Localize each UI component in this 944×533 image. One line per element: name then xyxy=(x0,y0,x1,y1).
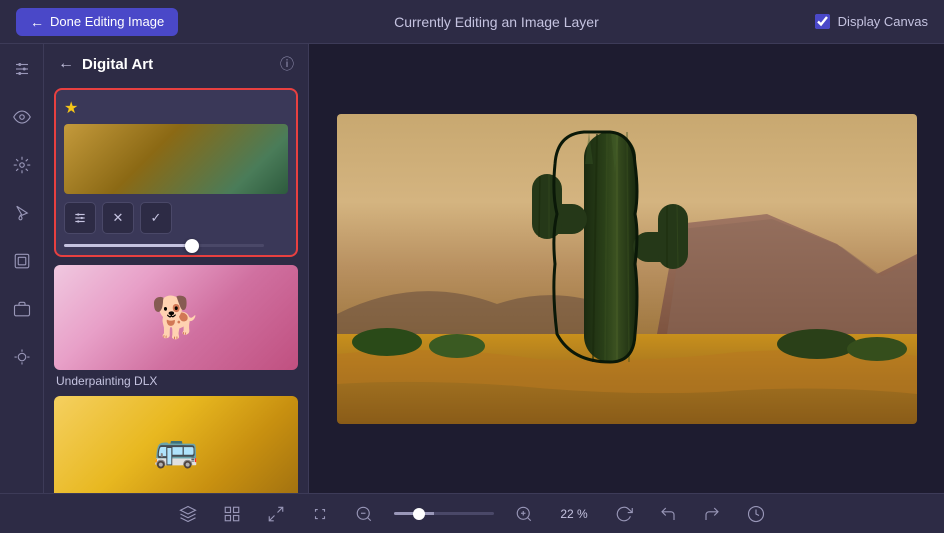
grid-button[interactable] xyxy=(218,500,246,528)
filter-slider-container xyxy=(64,244,288,247)
fit-screen-button[interactable] xyxy=(262,500,290,528)
left-icon-paint[interactable] xyxy=(7,198,37,228)
main-content: ← Digital Art ⓘ ★ ✕ ✓ xyxy=(0,44,944,493)
filter-intensity-slider[interactable] xyxy=(64,244,264,247)
filter-list: ★ ✕ ✓ Underpainting DLX xyxy=(44,84,308,493)
sidebar-info-button[interactable]: ⓘ xyxy=(280,54,294,74)
done-editing-button[interactable]: ← Done Editing Image xyxy=(16,8,178,36)
left-icon-frame[interactable] xyxy=(7,246,37,276)
canvas-area xyxy=(309,44,944,493)
left-icon-eye[interactable] xyxy=(7,102,37,132)
filter-controls: ✕ ✓ xyxy=(64,202,288,234)
filter-cancel-button[interactable]: ✕ xyxy=(102,202,134,234)
filter-item-underpainting-dlx[interactable]: Underpainting DLX xyxy=(54,265,298,388)
filter-settings-button[interactable] xyxy=(64,202,96,234)
sidebar-header: ← Digital Art ⓘ xyxy=(44,44,308,84)
bottom-toolbar: 22 % xyxy=(0,493,944,533)
zoom-out-button[interactable] xyxy=(350,500,378,528)
refresh-button[interactable] xyxy=(610,500,638,528)
favorite-star-icon: ★ xyxy=(64,98,288,118)
layers-button[interactable] xyxy=(174,500,202,528)
topbar: ← Done Editing Image Currently Editing a… xyxy=(0,0,944,44)
sidebar-back-button[interactable]: ← xyxy=(58,55,74,73)
display-canvas-toggle[interactable]: Display Canvas xyxy=(815,14,928,29)
redo-button[interactable] xyxy=(698,500,726,528)
filter-thumb-oil-painting-dlx xyxy=(54,396,298,493)
left-icon-effects[interactable] xyxy=(7,150,37,180)
display-canvas-checkbox[interactable] xyxy=(815,14,830,29)
crop-button[interactable] xyxy=(306,500,334,528)
left-icon-layers[interactable] xyxy=(7,294,37,324)
sidebar-header-left: ← Digital Art xyxy=(58,55,153,73)
filter-thumb-digital-art-active xyxy=(64,124,288,194)
history-button[interactable] xyxy=(742,500,770,528)
display-canvas-text: Display Canvas xyxy=(838,14,928,29)
done-editing-label: Done Editing Image xyxy=(50,14,164,29)
topbar-title: Currently Editing an Image Layer xyxy=(394,14,599,30)
zoom-percent-display: 22 % xyxy=(554,507,594,521)
back-arrow-icon: ← xyxy=(30,14,44,30)
undo-button[interactable] xyxy=(654,500,682,528)
left-icon-sliders[interactable] xyxy=(7,54,37,84)
filter-label-underpainting-dlx: Underpainting DLX xyxy=(54,374,298,388)
canvas-image xyxy=(337,114,917,424)
filter-confirm-button[interactable]: ✓ xyxy=(140,202,172,234)
left-icon-stamp[interactable] xyxy=(7,342,37,372)
filter-item-oil-painting-dlx[interactable]: Oil Painting DLX xyxy=(54,396,298,493)
left-icon-bar xyxy=(0,44,44,493)
filter-thumb-underpainting-dlx xyxy=(54,265,298,370)
sidebar-panel: ← Digital Art ⓘ ★ ✕ ✓ xyxy=(44,44,309,493)
zoom-slider[interactable] xyxy=(394,512,494,515)
filter-item-digital-art-active[interactable]: ★ ✕ ✓ xyxy=(54,88,298,257)
sidebar-title: Digital Art xyxy=(82,56,153,73)
zoom-in-button[interactable] xyxy=(510,500,538,528)
